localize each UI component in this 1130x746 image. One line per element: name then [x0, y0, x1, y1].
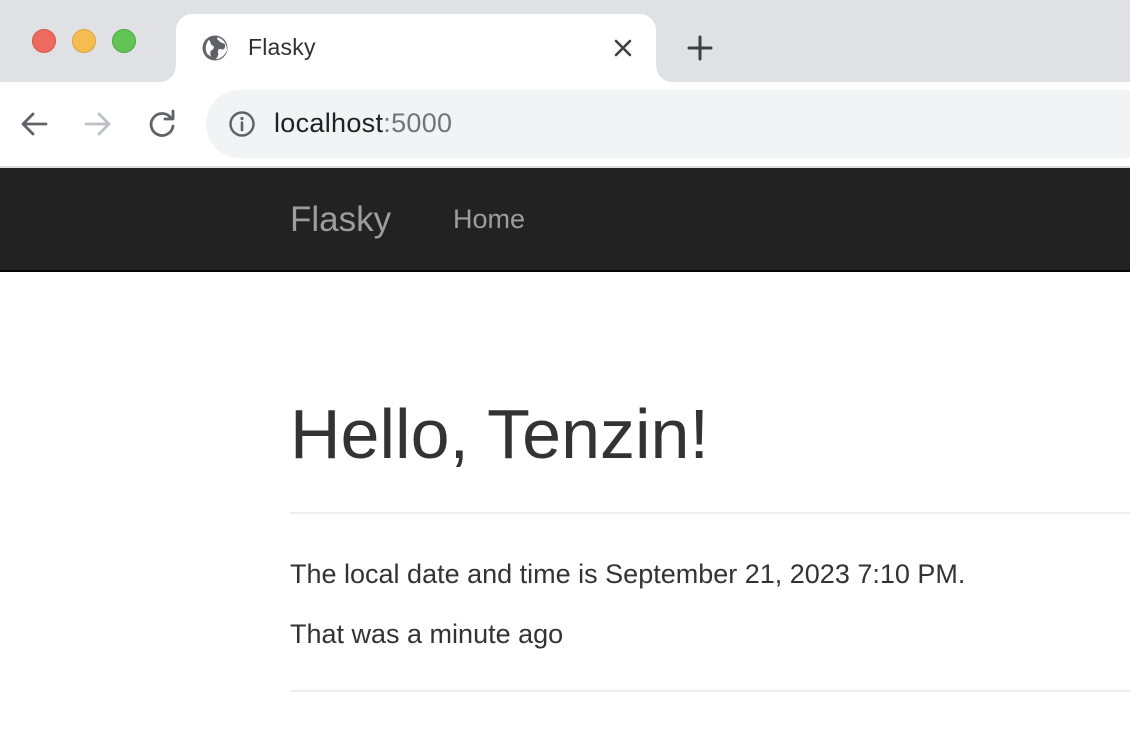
arrow-left-icon[interactable]: [16, 106, 52, 142]
address-bar[interactable]: localhost:5000: [206, 90, 1130, 158]
navbar-brand[interactable]: Flasky: [290, 200, 391, 240]
page-title: Hello, Tenzin!: [290, 395, 709, 473]
site-navbar: Flasky Home: [0, 168, 1130, 272]
divider: [290, 690, 1130, 692]
url-port: :5000: [383, 108, 453, 138]
main-content: Hello, Tenzin! The local date and time i…: [290, 272, 1130, 692]
url-text[interactable]: localhost:5000: [274, 108, 452, 139]
datetime-text: The local date and time is September 21,…: [290, 559, 966, 589]
window-close-button[interactable]: [32, 29, 56, 53]
nav-link-home[interactable]: Home: [453, 204, 525, 235]
reload-icon[interactable]: [144, 106, 180, 142]
tab-title: Flasky: [248, 34, 316, 60]
new-tab-icon[interactable]: [684, 32, 716, 64]
close-icon[interactable]: [610, 35, 636, 61]
tab-strip: Flasky: [0, 0, 1130, 82]
window-minimize-button[interactable]: [72, 29, 96, 53]
arrow-right-icon[interactable]: [80, 106, 116, 142]
window-zoom-button[interactable]: [112, 29, 136, 53]
browser-toolbar: localhost:5000: [0, 82, 1130, 168]
page-header: Hello, Tenzin!: [290, 394, 1130, 514]
relative-time-text: That was a minute ago: [290, 619, 564, 649]
url-host: localhost: [274, 108, 384, 138]
globe-icon: [200, 33, 230, 63]
browser-tab[interactable]: Flasky: [160, 14, 672, 82]
info-icon[interactable]: [228, 110, 256, 138]
